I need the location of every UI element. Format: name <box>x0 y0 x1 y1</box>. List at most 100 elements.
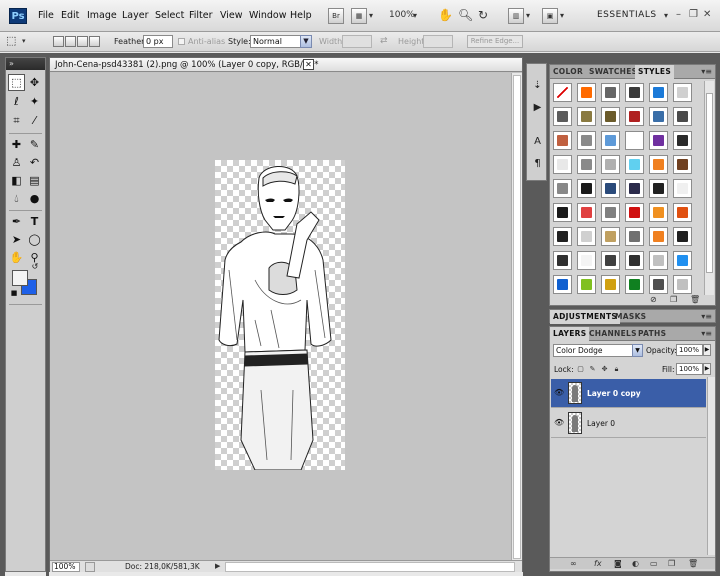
style-swatch[interactable] <box>577 83 596 102</box>
menu-filter[interactable]: Filter <box>189 10 213 21</box>
style-swatch[interactable] <box>553 251 572 270</box>
chevron-down-icon[interactable]: ▼ <box>632 344 643 357</box>
style-swatch[interactable] <box>577 107 596 126</box>
status-menu-arrow-icon[interactable]: ▶ <box>215 562 220 570</box>
close-document-icon[interactable]: ✕ <box>303 59 314 70</box>
blend-mode-select[interactable]: Color Dodge <box>553 344 643 357</box>
style-swatch[interactable] <box>601 251 620 270</box>
trash-icon[interactable]: 🗑︎ <box>688 559 698 568</box>
style-swatch[interactable] <box>673 131 692 150</box>
tools-panel-header[interactable]: » <box>6 58 45 70</box>
panel-menu-icon[interactable]: ▾≡ <box>701 67 712 76</box>
path-selection-icon[interactable]: ➤ <box>8 231 25 248</box>
lasso-tool-icon[interactable]: ℓ <box>8 93 25 110</box>
style-swatch[interactable] <box>553 107 572 126</box>
style-swatch[interactable] <box>673 83 692 102</box>
zoom-tool-icon[interactable]: 🔍︎ <box>458 8 473 22</box>
style-swatch[interactable] <box>673 251 692 270</box>
style-swatch[interactable] <box>601 275 620 294</box>
gradient-tool-icon[interactable]: ▤ <box>26 172 43 189</box>
status-zoom-field[interactable]: 100% <box>52 562 80 572</box>
style-swatch[interactable] <box>625 251 644 270</box>
extras-button[interactable]: ▦ <box>351 8 367 24</box>
style-swatch[interactable] <box>577 203 596 222</box>
style-swatch[interactable] <box>553 83 572 102</box>
style-swatch[interactable] <box>625 203 644 222</box>
style-swatch[interactable] <box>577 227 596 246</box>
menu-image[interactable]: Image <box>87 10 117 21</box>
paragraph-panel-icon[interactable]: ¶ <box>530 156 545 171</box>
style-swatch[interactable] <box>577 179 596 198</box>
chevron-down-icon[interactable]: ▼ <box>300 35 312 48</box>
width-input[interactable] <box>342 35 372 48</box>
marquee-tool-icon[interactable]: ⬚ <box>8 74 25 91</box>
chevron-down-icon[interactable]: ▾ <box>664 11 668 20</box>
style-swatch[interactable] <box>649 179 668 198</box>
style-swatch[interactable] <box>577 155 596 174</box>
chevron-down-icon[interactable]: ▾ <box>560 11 564 20</box>
new-group-icon[interactable]: ▭ <box>650 559 658 568</box>
minimize-icon[interactable]: – <box>676 9 681 20</box>
new-selection-icon[interactable] <box>53 36 64 47</box>
tab-adjustments[interactable]: ADJUSTMENTS <box>550 310 621 324</box>
panel-menu-icon[interactable]: ▾≡ <box>701 329 712 338</box>
style-swatch[interactable] <box>649 155 668 174</box>
lock-all-icon[interactable]: 🔒︎ <box>612 365 621 374</box>
feather-input[interactable]: 0 px <box>143 35 173 48</box>
style-swatch[interactable] <box>649 107 668 126</box>
new-layer-icon[interactable]: ❐ <box>668 559 675 568</box>
menu-select[interactable]: Select <box>155 10 184 21</box>
style-swatch[interactable] <box>625 275 644 294</box>
shape-tool-icon[interactable]: ◯ <box>26 231 43 248</box>
document-tab[interactable]: John-Cena-psd43381 (2).png @ 100% (Layer… <box>50 58 522 72</box>
lock-position-icon[interactable]: ✥ <box>600 365 609 374</box>
eyedropper-icon[interactable]: ⁄ <box>26 112 43 129</box>
style-swatch[interactable] <box>649 227 668 246</box>
style-swatch[interactable] <box>649 251 668 270</box>
style-swatch[interactable] <box>625 155 644 174</box>
layer-row[interactable]: 👁︎ Layer 0 <box>551 409 706 438</box>
history-panel-icon[interactable]: ⇣ <box>530 78 545 93</box>
chevron-down-icon[interactable]: ▾ <box>526 11 530 20</box>
new-style-icon[interactable]: ❐ <box>670 295 677 304</box>
styles-scrollbar[interactable] <box>704 81 714 295</box>
lock-transparency-icon[interactable]: ▢ <box>576 365 585 374</box>
default-colors-icon[interactable]: ■ <box>9 288 19 298</box>
style-swatch[interactable] <box>601 83 620 102</box>
chevron-down-icon[interactable]: ▾ <box>369 11 373 20</box>
menu-view[interactable]: View <box>220 10 243 21</box>
menu-layer[interactable]: Layer <box>122 10 149 21</box>
adjustment-layer-icon[interactable]: ◐ <box>632 559 639 568</box>
foreground-color-swatch[interactable] <box>12 270 28 286</box>
style-swatch[interactable] <box>577 131 596 150</box>
opacity-input[interactable]: 100% <box>676 344 703 356</box>
style-swatch[interactable] <box>673 227 692 246</box>
antialias-checkbox[interactable] <box>178 38 185 45</box>
style-swatch[interactable] <box>625 227 644 246</box>
workspace-switcher[interactable]: ESSENTIALS <box>597 10 657 20</box>
dodge-tool-icon[interactable]: ● <box>26 190 43 207</box>
visibility-eye-icon[interactable]: 👁︎ <box>554 418 564 427</box>
swap-icon[interactable]: ⇄ <box>380 36 388 46</box>
style-swatch[interactable] <box>601 203 620 222</box>
hand-tool-icon[interactable]: ✋ <box>438 8 453 22</box>
healing-brush-icon[interactable]: ✚ <box>8 136 25 153</box>
document-image[interactable] <box>215 160 345 470</box>
restore-icon[interactable]: ❐ <box>689 9 698 20</box>
style-swatch[interactable] <box>553 131 572 150</box>
arrange-documents-button[interactable]: ▥ <box>508 8 524 24</box>
canvas-area[interactable] <box>50 73 511 561</box>
swap-colors-icon[interactable]: ↺ <box>30 262 40 272</box>
clear-style-icon[interactable]: ⊘ <box>650 295 657 304</box>
style-swatch[interactable] <box>649 83 668 102</box>
style-swatch[interactable] <box>673 179 692 198</box>
pen-tool-icon[interactable]: ✒ <box>8 213 25 230</box>
opacity-slider-arrow-icon[interactable]: ▶ <box>703 344 711 356</box>
menu-help[interactable]: Help <box>290 10 312 21</box>
vertical-scrollbar[interactable] <box>511 73 522 561</box>
style-swatch[interactable] <box>625 131 644 150</box>
close-icon[interactable]: ✕ <box>703 9 711 20</box>
layer-style-icon[interactable]: fx <box>594 559 602 568</box>
style-swatch[interactable] <box>649 275 668 294</box>
style-swatch[interactable] <box>577 251 596 270</box>
